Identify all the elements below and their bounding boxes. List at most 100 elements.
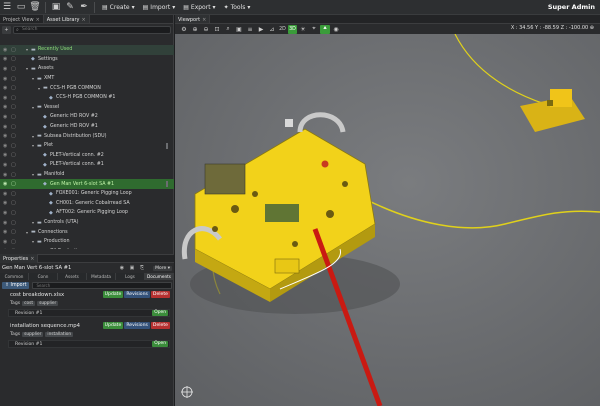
zoom-region-icon[interactable]: ⌕ xyxy=(223,25,233,34)
tree-row[interactable]: ◉ ▢ ◆ CCS-H PGB COMMON #1 xyxy=(0,93,174,103)
tree-row[interactable]: ◉ ▢ ▾ ▬ XMT xyxy=(0,74,174,84)
visibility-icon[interactable]: ◉ xyxy=(3,114,7,120)
export-menu[interactable]: ▤ Export ▾ xyxy=(183,4,215,11)
lock-icon[interactable]: ▢ xyxy=(11,152,16,158)
gear-icon[interactable]: ⚙ xyxy=(179,25,189,34)
layers-icon[interactable]: ≡ xyxy=(245,25,255,34)
visibility-lock-icons[interactable]: ◉ ▣ ⎘ xyxy=(120,265,146,271)
tab-viewport[interactable]: Viewport × xyxy=(175,15,211,23)
camera-icon[interactable]: ▣ xyxy=(234,25,244,34)
lock-icon[interactable]: ▢ xyxy=(11,229,16,235)
zoom-in-icon[interactable]: ⊕ xyxy=(190,25,200,34)
delete-button[interactable]: Delete xyxy=(150,291,170,298)
tab-project-view[interactable]: Project View × xyxy=(0,15,44,23)
lock-icon[interactable]: ▢ xyxy=(11,191,16,197)
tree-row[interactable]: ◉ ▢ ◆ PLET-Vertical conn. #2 xyxy=(0,151,174,161)
more-button[interactable]: More ▾ xyxy=(153,265,172,271)
lock-icon[interactable]: ▢ xyxy=(11,56,16,62)
visibility-icon[interactable]: ◉ xyxy=(3,200,7,206)
revisions-button[interactable]: Revisions xyxy=(124,322,150,329)
tree-row[interactable]: ◉ ▢ ◆ Generic HD ROV #2 xyxy=(0,112,174,122)
tree-row[interactable]: ◉ ▢ ▾ ▬ Controls (UTA) xyxy=(0,218,174,228)
lock-icon[interactable]: ▢ xyxy=(11,76,16,82)
tree-row[interactable]: ◉ ▢ ◆ CH001: Generic Cobalrread SA xyxy=(0,199,174,209)
visibility-icon[interactable]: ◉ xyxy=(3,210,7,216)
tree-row[interactable]: ◉ ▢ ▾ ▬ Vessel xyxy=(0,103,174,113)
edit-icon[interactable]: ✎ xyxy=(63,0,77,15)
tab-assets[interactable]: Assets xyxy=(58,273,87,280)
import-button[interactable]: ⇪ Import xyxy=(2,281,30,289)
tag-chip[interactable]: supplier xyxy=(37,301,59,306)
scene-canvas[interactable] xyxy=(175,34,600,406)
tab-documents[interactable]: Documents xyxy=(145,273,174,280)
visibility-icon[interactable]: ◉ xyxy=(3,124,7,130)
tab-conn[interactable]: Conn xyxy=(29,273,58,280)
visibility-icon[interactable]: ◉ xyxy=(3,239,7,245)
visibility-icon[interactable]: ◉ xyxy=(3,152,7,158)
lock-icon[interactable]: ▢ xyxy=(11,95,16,101)
tab-common[interactable]: Common xyxy=(0,273,29,280)
add-icon[interactable]: + xyxy=(2,25,11,34)
open-button[interactable]: Open xyxy=(152,310,168,316)
visibility-icon[interactable]: ◉ xyxy=(3,85,7,91)
zoom-out-icon[interactable]: ⊖ xyxy=(201,25,211,34)
tag-chip[interactable]: cost xyxy=(22,301,36,306)
3d-scene[interactable] xyxy=(175,34,600,406)
fit-icon[interactable]: ⊡ xyxy=(212,25,222,34)
lock-icon[interactable]: ▢ xyxy=(11,85,16,91)
visibility-icon[interactable]: ◉ xyxy=(3,133,7,139)
tree-row[interactable]: ◉ ▢ ▾ ▬ Manifold xyxy=(0,170,174,180)
lock-icon[interactable]: ▢ xyxy=(11,220,16,226)
visibility-icon[interactable]: ◉ xyxy=(3,172,7,178)
sun-icon[interactable]: ☀ xyxy=(298,25,308,34)
update-button[interactable]: Update xyxy=(102,322,124,329)
view-3d-button[interactable]: 3D xyxy=(288,24,297,34)
visibility-icon[interactable]: ◉ xyxy=(3,66,7,72)
lock-icon[interactable]: ▢ xyxy=(11,210,16,216)
tree-row[interactable]: ◉ ▢ ◆ FOXE001: Generic Pigging Loop xyxy=(0,189,174,199)
lock-icon[interactable]: ▢ xyxy=(11,248,16,249)
documents-search-input[interactable]: Search xyxy=(32,281,172,289)
lock-icon[interactable]: ▢ xyxy=(11,143,16,149)
tree-row[interactable]: ◉ ▢ ◆ Gen Man Vert 6-slot SA #1 xyxy=(0,179,174,189)
lock-icon[interactable]: ▢ xyxy=(11,47,16,53)
visibility-icon[interactable]: ◉ xyxy=(3,47,7,53)
visibility-icon[interactable]: ◉ xyxy=(3,143,7,149)
visibility-icon[interactable]: ◉ xyxy=(3,220,7,226)
tab-asset-library[interactable]: Asset Library × xyxy=(43,15,90,23)
tree-row[interactable]: ◉ ▢ ▾ ▬ Plet xyxy=(0,141,174,151)
close-icon[interactable]: × xyxy=(28,256,34,262)
visibility-icon[interactable]: ◉ xyxy=(3,76,7,82)
lock-icon[interactable]: ▢ xyxy=(11,200,16,206)
lock-icon[interactable]: ▢ xyxy=(11,133,16,139)
tree-row[interactable]: ◉ ▢ ▾ ▬ Connections xyxy=(0,227,174,237)
pen-icon[interactable]: ✒ xyxy=(77,0,91,15)
record-icon[interactable]: ◉ xyxy=(331,25,341,34)
lock-icon[interactable]: ▢ xyxy=(11,162,16,168)
view-2d-button[interactable]: 2D xyxy=(278,25,287,34)
visibility-icon[interactable]: ◉ xyxy=(3,104,7,110)
visibility-icon[interactable]: ◉ xyxy=(3,56,7,62)
measure-icon[interactable]: ⊿ xyxy=(267,25,277,34)
lock-icon[interactable]: ▢ xyxy=(11,114,16,120)
tree-row[interactable]: ◉ ▢ ◆ Settings xyxy=(0,55,174,65)
create-menu[interactable]: ▤ Create ▾ xyxy=(102,4,135,11)
lock-icon[interactable]: ▢ xyxy=(11,66,16,72)
tree-row[interactable]: ◉ ▢ ▾ ▬ Recently Used xyxy=(0,45,174,55)
tag-chip[interactable]: installation xyxy=(45,332,74,337)
tree-row[interactable]: ◉ ▢ ◆ PLET-Vertical conn. #1 xyxy=(0,160,174,170)
lock-icon[interactable]: ▢ xyxy=(11,181,16,187)
tree-row[interactable]: ◉ ▢ ▾ ▬ Subsea Distribution (SDU) xyxy=(0,131,174,141)
tree-search-input[interactable]: ⌕ Search xyxy=(13,25,171,34)
tree-row[interactable]: ◉ ▢ ▾ ▬ CCS-H PGB COMMON xyxy=(0,83,174,93)
visibility-icon[interactable]: ◉ xyxy=(3,181,7,187)
visibility-icon[interactable]: ◉ xyxy=(3,95,7,101)
user-name[interactable]: Super Admin xyxy=(548,3,595,11)
video-icon[interactable]: ▶ xyxy=(256,25,266,34)
close-icon[interactable]: × xyxy=(200,17,206,23)
select-icon[interactable]: ⯅ xyxy=(320,24,330,34)
lock-icon[interactable]: ▢ xyxy=(11,104,16,110)
visibility-icon[interactable]: ◉ xyxy=(3,229,7,235)
open-button[interactable]: Open xyxy=(152,341,168,347)
tab-properties[interactable]: Properties × xyxy=(0,254,39,263)
